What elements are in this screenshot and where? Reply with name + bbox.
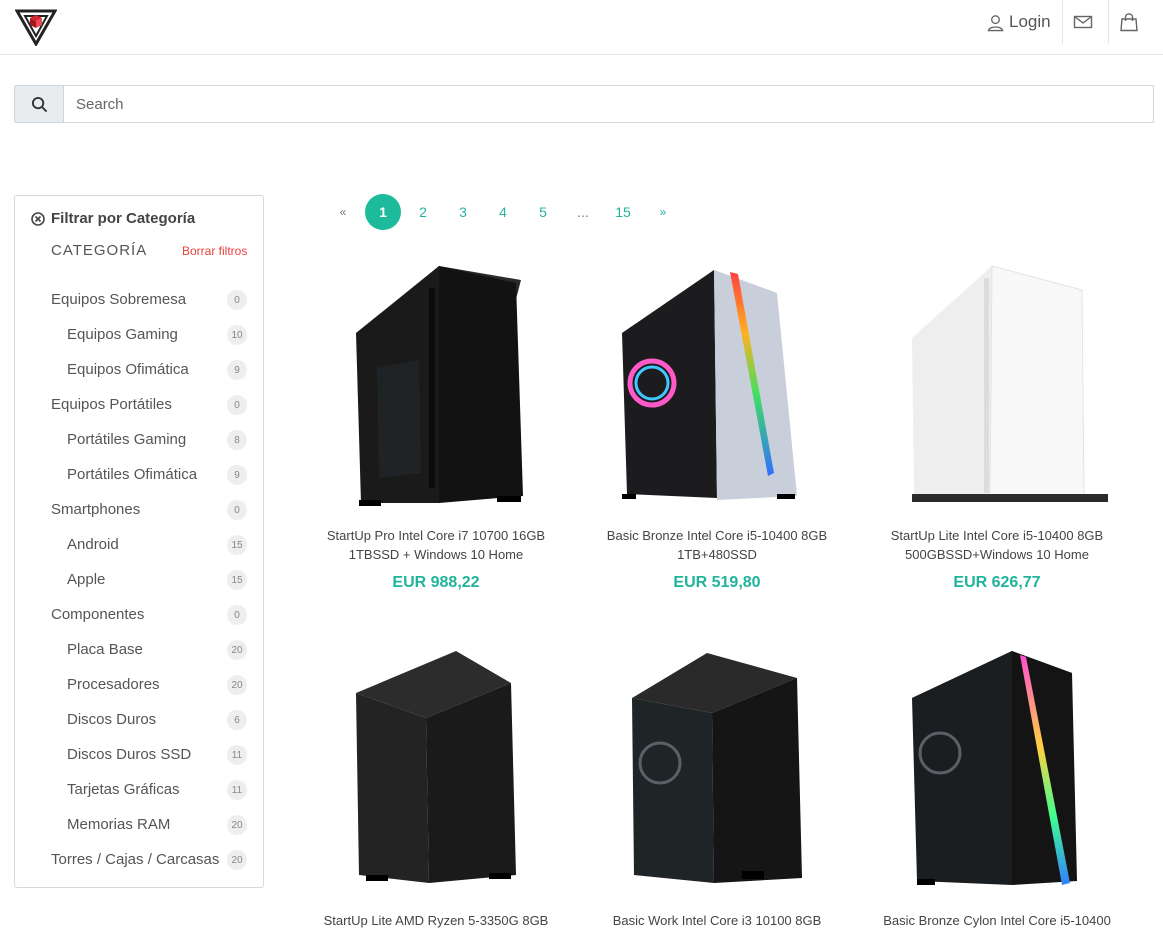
category-count-badge: 0 xyxy=(227,290,247,310)
logo-icon[interactable] xyxy=(15,8,57,46)
category-item[interactable]: Memorias RAM 20 xyxy=(15,807,263,842)
category-filter-panel: Filtrar por Categoría CATEGORÍA Borrar f… xyxy=(14,195,264,888)
category-count-badge: 11 xyxy=(227,780,247,800)
product-image[interactable] xyxy=(872,643,1122,893)
search-input[interactable] xyxy=(64,86,1153,122)
product-price: EUR 988,22 xyxy=(392,574,480,591)
category-label: Equipos Sobremesa xyxy=(51,291,187,308)
product-price: EUR 519,80 xyxy=(673,574,761,591)
filter-toggle[interactable]: Filtrar por Categoría xyxy=(31,210,195,227)
shopping-bag-icon[interactable] xyxy=(1119,12,1139,32)
category-item[interactable]: Equipos Gaming 10 xyxy=(15,317,263,352)
category-label: Placa Base xyxy=(67,641,143,658)
category-count-badge: 20 xyxy=(227,640,247,660)
product-name[interactable]: Basic Work Intel Core i3 10100 8GB xyxy=(592,911,842,930)
pagination-ellipsis: ... xyxy=(577,204,589,220)
page-15-button[interactable]: 15 xyxy=(605,194,641,230)
category-label: Discos Duros SSD xyxy=(67,746,192,763)
search-button[interactable] xyxy=(15,86,64,122)
category-item[interactable]: Discos Duros SSD 11 xyxy=(15,737,263,772)
first-page-button[interactable]: « xyxy=(325,194,361,230)
product-name[interactable]: Basic Bronze Intel Core i5-10400 8GB 1TB… xyxy=(592,526,842,564)
category-item[interactable]: Discos Duros 6 xyxy=(15,702,263,737)
category-label: Portátiles Ofimática xyxy=(67,466,198,483)
page-4-button[interactable]: 4 xyxy=(485,194,521,230)
category-count-badge: 15 xyxy=(227,535,247,555)
category-item[interactable]: Torres / Cajas / Carcasas 20 xyxy=(15,842,263,877)
search-bar xyxy=(14,85,1154,123)
category-count-badge: 8 xyxy=(227,430,247,450)
product-image[interactable] xyxy=(311,258,561,508)
category-label: Memorias RAM xyxy=(67,816,171,833)
category-item[interactable]: Portátiles Gaming 8 xyxy=(15,422,263,457)
product-price: EUR 626,77 xyxy=(953,574,1041,591)
category-item[interactable]: Apple 15 xyxy=(15,562,263,597)
category-heading: CATEGORÍA xyxy=(51,242,148,259)
mail-icon[interactable] xyxy=(1073,12,1093,32)
category-item[interactable]: Equipos Ofimática 9 xyxy=(15,352,263,387)
category-label: Smartphones xyxy=(51,501,141,518)
category-label: Procesadores xyxy=(67,676,160,693)
category-count-badge: 11 xyxy=(227,745,247,765)
category-list: Equipos Sobremesa 0 Equipos Gaming 10 Equipo… xyxy=(15,282,263,877)
login-link[interactable]: Login xyxy=(986,0,1051,44)
category-label: Torres / Cajas / Carcasas xyxy=(51,851,220,868)
category-label: Equipos Ofimática xyxy=(67,361,189,378)
clear-filters-link[interactable]: Borrar filtros xyxy=(182,244,247,258)
product-name[interactable]: StartUp Pro Intel Core i7 10700 16GB 1TB… xyxy=(311,526,561,564)
product-image[interactable] xyxy=(592,643,842,893)
category-item[interactable]: Portátiles Ofimática 9 xyxy=(15,457,263,492)
page-5-button[interactable]: 5 xyxy=(525,194,561,230)
filter-title: Filtrar por Categoría xyxy=(51,210,196,227)
category-count-badge: 0 xyxy=(227,395,247,415)
category-label: Equipos Portátiles xyxy=(51,396,172,413)
page-1-button[interactable]: 1 xyxy=(365,194,401,230)
category-label: Portátiles Gaming xyxy=(67,431,187,448)
product-name[interactable]: StartUp Lite Intel Core i5-10400 8GB 500… xyxy=(872,526,1122,564)
product-name[interactable]: Basic Bronze Cylon Intel Core i5-10400 xyxy=(872,911,1122,930)
close-circle-icon xyxy=(31,211,45,226)
category-item[interactable]: Componentes 0 xyxy=(15,597,263,632)
product-image[interactable] xyxy=(592,258,842,508)
category-label: Componentes xyxy=(51,606,145,623)
category-count-badge: 15 xyxy=(227,570,247,590)
category-count-badge: 6 xyxy=(227,710,247,730)
product-image[interactable] xyxy=(311,643,561,893)
category-count-badge: 9 xyxy=(227,465,247,485)
search-icon xyxy=(31,96,47,112)
category-item[interactable]: Android 15 xyxy=(15,527,263,562)
category-item[interactable]: Placa Base 20 xyxy=(15,632,263,667)
user-icon xyxy=(987,14,1004,31)
category-count-badge: 20 xyxy=(227,675,247,695)
category-count-badge: 9 xyxy=(227,360,247,380)
category-label: Equipos Gaming xyxy=(67,326,178,343)
category-label: Tarjetas Gráficas xyxy=(67,781,180,798)
category-count-badge: 0 xyxy=(227,605,247,625)
category-count-badge: 20 xyxy=(227,850,247,870)
category-label: Apple xyxy=(67,571,106,588)
header-divider xyxy=(1062,0,1063,44)
category-item[interactable]: Procesadores 20 xyxy=(15,667,263,702)
category-label: Android xyxy=(67,536,119,553)
product-image[interactable] xyxy=(872,258,1122,508)
page-3-button[interactable]: 3 xyxy=(445,194,481,230)
category-item[interactable]: Tarjetas Gráficas 11 xyxy=(15,772,263,807)
page-2-button[interactable]: 2 xyxy=(405,194,441,230)
next-page-button[interactable]: » xyxy=(645,194,681,230)
category-item[interactable]: Equipos Portátiles 0 xyxy=(15,387,263,422)
category-count-badge: 0 xyxy=(227,500,247,520)
product-name[interactable]: StartUp Lite AMD Ryzen 5-3350G 8GB xyxy=(311,911,561,930)
category-label: Discos Duros xyxy=(67,711,157,728)
category-count-badge: 10 xyxy=(227,325,247,345)
top-header: Login xyxy=(0,0,1163,55)
category-item[interactable]: Smartphones 0 xyxy=(15,492,263,527)
header-divider xyxy=(1108,0,1109,44)
category-item[interactable]: Equipos Sobremesa 0 xyxy=(15,282,263,317)
category-count-badge: 20 xyxy=(227,815,247,835)
login-label: Login xyxy=(1009,12,1051,31)
